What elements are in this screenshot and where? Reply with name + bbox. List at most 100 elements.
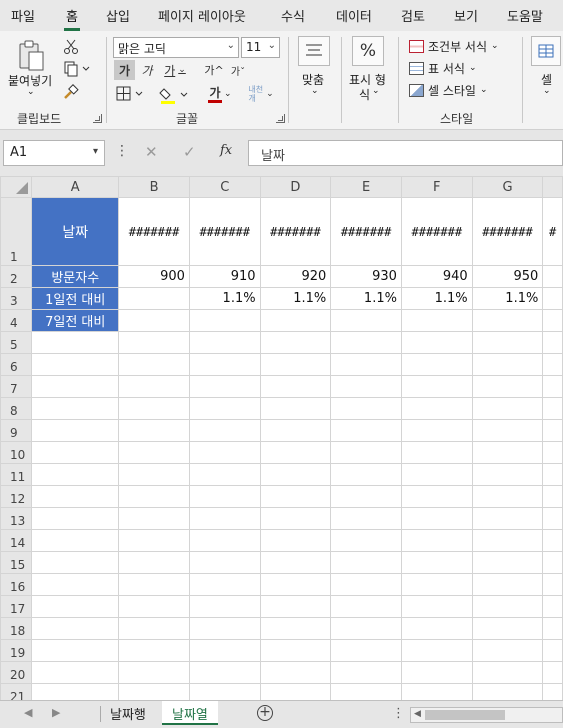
row-header[interactable]: 13 xyxy=(0,507,33,530)
empty-cell[interactable] xyxy=(188,573,261,596)
empty-cell[interactable] xyxy=(471,419,544,442)
cut-icon[interactable] xyxy=(62,38,80,56)
empty-cell[interactable] xyxy=(471,595,544,618)
empty-cell[interactable] xyxy=(188,419,261,442)
italic-button[interactable]: 가 xyxy=(138,60,156,80)
alignment-button[interactable] xyxy=(298,36,330,66)
cell-c1[interactable]: ####### xyxy=(188,197,261,266)
empty-cell[interactable] xyxy=(400,529,473,552)
cells-button[interactable] xyxy=(531,36,561,66)
row-header[interactable]: 18 xyxy=(0,617,33,640)
empty-cell[interactable] xyxy=(188,375,261,398)
more-options-icon[interactable]: ⋮ xyxy=(392,706,405,721)
empty-cell[interactable] xyxy=(471,551,544,574)
column-header[interactable]: C xyxy=(188,176,261,198)
cell-c3[interactable]: 1.1% xyxy=(188,287,261,310)
empty-cell[interactable] xyxy=(188,463,261,486)
conditional-formatting-button[interactable]: 조건부 서식 ⌄ xyxy=(409,36,499,56)
empty-cell[interactable] xyxy=(31,463,120,486)
empty-cell[interactable] xyxy=(542,661,563,684)
cell-g3[interactable]: 1.1% xyxy=(471,287,544,310)
empty-cell[interactable] xyxy=(400,463,473,486)
alignment-dropdown-icon[interactable]: ⌄ xyxy=(311,86,319,96)
empty-cell[interactable] xyxy=(400,331,473,354)
empty-cell[interactable] xyxy=(400,595,473,618)
format-as-table-button[interactable]: 표 서식 ⌄ xyxy=(409,58,476,78)
scroll-left-icon[interactable]: ◀ xyxy=(414,709,421,719)
empty-cell[interactable] xyxy=(259,331,332,354)
row-header[interactable]: 17 xyxy=(0,595,33,618)
empty-cell[interactable] xyxy=(188,529,261,552)
empty-cell[interactable] xyxy=(400,397,473,420)
empty-cell[interactable] xyxy=(542,639,563,662)
empty-cell[interactable] xyxy=(259,551,332,574)
empty-cell[interactable] xyxy=(330,397,402,420)
cell-f1[interactable]: ####### xyxy=(400,197,473,266)
empty-cell[interactable] xyxy=(542,529,563,552)
empty-cell[interactable] xyxy=(31,551,120,574)
paste-icon[interactable] xyxy=(14,38,50,74)
row-header[interactable]: 11 xyxy=(0,463,33,486)
empty-cell[interactable] xyxy=(471,375,544,398)
empty-cell[interactable] xyxy=(259,463,332,486)
empty-cell[interactable] xyxy=(188,331,261,354)
insert-function-icon[interactable]: fx xyxy=(220,143,232,158)
empty-cell[interactable] xyxy=(471,463,544,486)
more-options-icon[interactable]: ⋮ xyxy=(115,143,129,159)
cell-f4[interactable] xyxy=(400,309,473,332)
tab-file[interactable]: 파일 xyxy=(11,6,35,25)
cell-d2[interactable]: 920 xyxy=(259,265,332,288)
empty-cell[interactable] xyxy=(542,573,563,596)
underline-button[interactable]: 가 ⌄ xyxy=(159,60,191,80)
empty-cell[interactable] xyxy=(471,331,544,354)
tab-view[interactable]: 보기 xyxy=(454,6,478,25)
increase-font-button[interactable]: 가^ xyxy=(204,60,224,80)
cell-b4[interactable] xyxy=(118,309,190,332)
empty-cell[interactable] xyxy=(542,617,563,640)
row-header[interactable]: 16 xyxy=(0,573,33,596)
empty-cell[interactable] xyxy=(118,529,190,552)
empty-cell[interactable] xyxy=(330,507,402,530)
empty-cell[interactable] xyxy=(542,353,563,376)
select-all-corner[interactable] xyxy=(0,176,33,198)
empty-cell[interactable] xyxy=(31,353,120,376)
cell-e1[interactable]: ####### xyxy=(330,197,402,266)
empty-cell[interactable] xyxy=(118,661,190,684)
cell-a3[interactable]: 1일전 대비 xyxy=(31,287,120,310)
empty-cell[interactable] xyxy=(542,683,563,700)
empty-cell[interactable] xyxy=(118,375,190,398)
cell-c2[interactable]: 910 xyxy=(188,265,261,288)
add-sheet-icon[interactable]: + xyxy=(257,705,273,721)
cell-g2[interactable]: 950 xyxy=(471,265,544,288)
cell-a4[interactable]: 7일전 대비 xyxy=(31,309,120,332)
sheet-tab-active[interactable]: 날짜열 xyxy=(162,701,218,725)
empty-cell[interactable] xyxy=(118,551,190,574)
empty-cell[interactable] xyxy=(31,683,120,700)
scroll-thumb[interactable] xyxy=(425,710,505,720)
empty-cell[interactable] xyxy=(471,353,544,376)
row-header[interactable]: 9 xyxy=(0,419,33,442)
empty-cell[interactable] xyxy=(542,551,563,574)
row-header[interactable]: 20 xyxy=(0,661,33,684)
row-header[interactable]: 19 xyxy=(0,639,33,662)
empty-cell[interactable] xyxy=(31,397,120,420)
cell-g1[interactable]: ####### xyxy=(471,197,544,266)
row-header[interactable]: 4 xyxy=(0,309,33,332)
empty-cell[interactable] xyxy=(471,617,544,640)
empty-cell[interactable] xyxy=(31,331,120,354)
cell-e4[interactable] xyxy=(330,309,402,332)
empty-cell[interactable] xyxy=(330,573,402,596)
row-header[interactable]: 12 xyxy=(0,485,33,508)
empty-cell[interactable] xyxy=(542,419,563,442)
empty-cell[interactable] xyxy=(330,441,402,464)
empty-cell[interactable] xyxy=(31,573,120,596)
number-format-label-2[interactable]: 식 xyxy=(359,86,370,103)
empty-cell[interactable] xyxy=(542,375,563,398)
empty-cell[interactable] xyxy=(542,485,563,508)
cell-f2[interactable]: 940 xyxy=(400,265,473,288)
cell-a2[interactable]: 방문자수 xyxy=(31,265,120,288)
empty-cell[interactable] xyxy=(188,683,261,700)
decrease-font-button[interactable]: 가ˇ xyxy=(228,60,248,80)
empty-cell[interactable] xyxy=(330,331,402,354)
empty-cell[interactable] xyxy=(259,419,332,442)
